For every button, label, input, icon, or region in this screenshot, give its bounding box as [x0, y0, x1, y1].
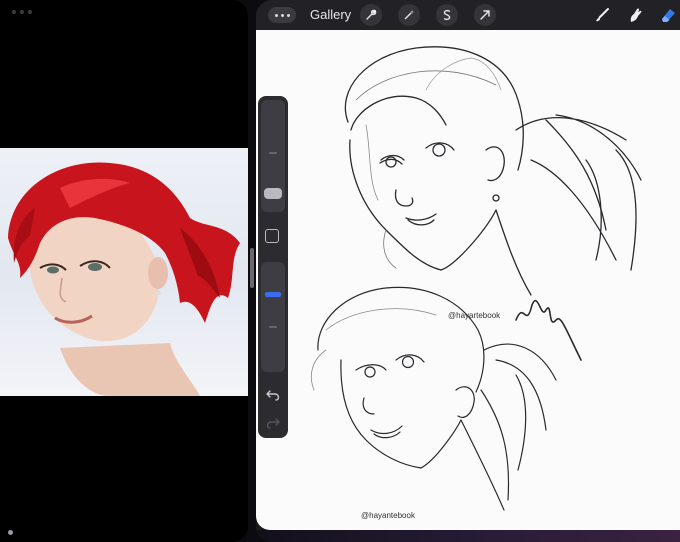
reference-pane [0, 0, 248, 542]
split-view-divider[interactable] [250, 248, 254, 288]
sketch-head-top [344, 46, 642, 296]
top-toolbar: Gallery [256, 0, 680, 30]
reference-photo [0, 148, 248, 396]
wallpaper-strip [256, 530, 680, 542]
opacity-knob[interactable] [265, 292, 281, 297]
brush-size-knob[interactable] [264, 188, 282, 199]
undo-button[interactable] [262, 386, 284, 404]
transform-arrow-icon[interactable] [474, 4, 496, 26]
sketch-head-bottom [310, 286, 557, 511]
brush-size-slider[interactable] [261, 100, 285, 212]
gallery-button[interactable]: Gallery [310, 7, 351, 22]
selection-s-icon[interactable] [436, 4, 458, 26]
wrench-icon[interactable] [360, 4, 382, 26]
modify-button[interactable] [265, 229, 279, 243]
multitasking-dots[interactable] [12, 10, 32, 14]
drawing-canvas[interactable]: @hayartebook @hayantebook [256, 30, 680, 530]
brush-icon[interactable] [590, 3, 614, 27]
side-slider-bar [258, 96, 288, 438]
signature-top: @hayartebook [448, 311, 501, 320]
eraser-icon[interactable] [656, 3, 680, 27]
drawing-app: Gallery @hayartebook @hayantebook [256, 0, 680, 542]
signature-bottom: @hayantebook [361, 511, 416, 520]
redo-button[interactable] [262, 414, 284, 432]
opacity-slider[interactable] [261, 262, 285, 372]
more-options-button[interactable] [268, 7, 296, 23]
page-indicator [8, 530, 13, 535]
magic-wand-icon[interactable] [398, 4, 420, 26]
smudge-icon[interactable] [624, 3, 648, 27]
